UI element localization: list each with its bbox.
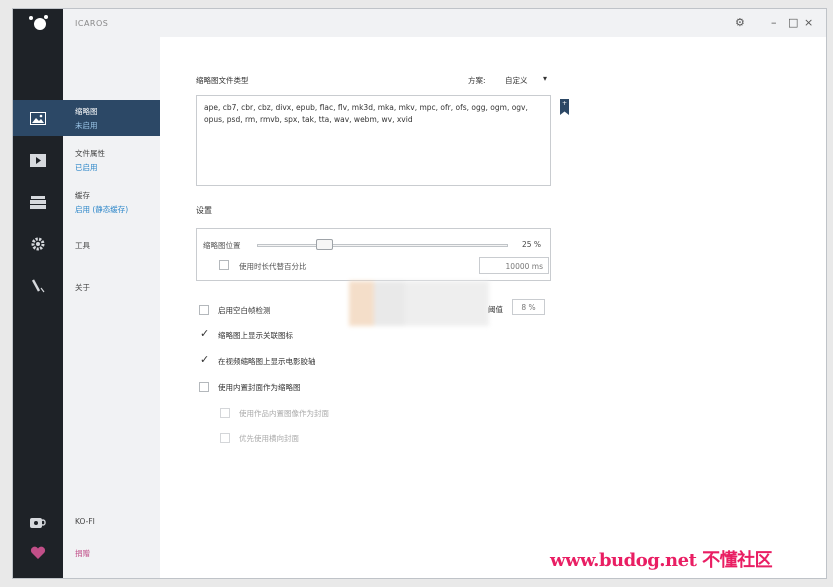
close-button[interactable]: × xyxy=(804,17,813,28)
file-types-label: 缩略图文件类型 xyxy=(196,76,249,85)
cache-icon[interactable] xyxy=(13,184,63,220)
coffee-icon[interactable] xyxy=(13,511,63,535)
title-bar xyxy=(13,9,826,37)
option-label-3: 使用内置封面作为缩略图 xyxy=(218,383,301,392)
play-icon[interactable] xyxy=(13,142,63,178)
pen-icon[interactable] xyxy=(13,268,63,304)
slider-label: 缩略图位置 xyxy=(203,241,241,250)
icon-rail xyxy=(13,9,63,578)
option-checkbox-0[interactable] xyxy=(199,305,209,315)
settings-title: 设置 xyxy=(196,206,212,215)
nav-item-tools[interactable]: 工具 xyxy=(63,234,160,270)
option-label-1: 缩略图上显示关联图标 xyxy=(218,331,293,340)
option-checkbox-2[interactable]: ✓ xyxy=(199,354,209,365)
chevron-down-icon[interactable]: ▾ xyxy=(543,74,547,83)
logo-icon xyxy=(13,9,63,37)
slider-value: 25 % xyxy=(522,240,542,249)
nav-item-title: 关于 xyxy=(75,283,90,292)
option-label-0: 启用空白帧检测 xyxy=(218,306,271,315)
watermark: www.budog.net 不懂社区 xyxy=(550,550,773,571)
threshold-input[interactable]: 8 % xyxy=(512,299,545,315)
nav-item-kofi[interactable]: KO-FI xyxy=(75,517,95,526)
minimize-button[interactable]: – xyxy=(771,17,777,28)
nav-item-file-properties[interactable]: 文件属性 已启用 xyxy=(63,142,160,178)
nav-item-donate[interactable]: 捐赠 xyxy=(75,548,90,559)
slider-thumb[interactable] xyxy=(315,239,333,250)
blurred-overlay xyxy=(349,281,489,326)
nav-item-title: 缩略图 xyxy=(75,107,98,116)
nav-item-status: 已启用 xyxy=(75,163,98,172)
bookmark-icon[interactable]: + xyxy=(560,99,569,115)
gear-icon[interactable]: ⚙ xyxy=(735,17,745,28)
nav-item-status: 启用 (静态缓存) xyxy=(75,205,129,214)
app-title: ICAROS xyxy=(75,19,109,28)
nav-item-about[interactable]: 关于 xyxy=(63,276,160,312)
nav-item-title: 缓存 xyxy=(75,191,90,200)
nav-item-cache[interactable]: 缓存 启用 (静态缓存) xyxy=(63,184,160,220)
option-checkbox-4[interactable] xyxy=(220,408,230,418)
maximize-button[interactable]: □ xyxy=(788,17,798,28)
scheme-label: 方案: xyxy=(468,76,486,85)
option-label-5: 优先使用横向封面 xyxy=(239,434,299,443)
file-types-textarea[interactable]: ape, cb7, cbr, cbz, divx, epub, flac, fl… xyxy=(196,95,551,186)
nav-item-thumbnails[interactable]: 缩略图 未启用 xyxy=(63,100,160,136)
gear-icon[interactable] xyxy=(13,226,63,262)
threshold-label: 阈值 xyxy=(488,305,503,314)
nav-item-title: 文件属性 xyxy=(75,149,105,158)
option-label-2: 在视频缩略图上显示电影胶轴 xyxy=(218,357,316,366)
duration-input[interactable]: 10000 ms xyxy=(479,257,549,274)
option-checkbox-5[interactable] xyxy=(220,433,230,443)
duration-checkbox[interactable] xyxy=(219,260,229,270)
nav-item-status: 未启用 xyxy=(75,121,98,130)
heart-icon[interactable] xyxy=(13,541,63,565)
slider-track[interactable] xyxy=(257,244,508,247)
scheme-dropdown[interactable]: 自定义 xyxy=(505,75,528,86)
duration-checkbox-label: 使用时长代替百分比 xyxy=(239,262,307,271)
image-icon[interactable] xyxy=(13,100,63,136)
option-checkbox-3[interactable] xyxy=(199,382,209,392)
app-window: ICAROS ⚙ – □ × 缩略图 未启用 文件属性 已启用 缓存 启用 (静… xyxy=(12,8,827,579)
nav-item-title: 工具 xyxy=(75,241,90,250)
option-checkbox-1[interactable]: ✓ xyxy=(199,328,209,339)
option-label-4: 使用作品内置图像作为封面 xyxy=(239,409,329,418)
thumbnail-position-group: 缩略图位置 25 % 使用时长代替百分比 10000 ms xyxy=(196,228,551,281)
